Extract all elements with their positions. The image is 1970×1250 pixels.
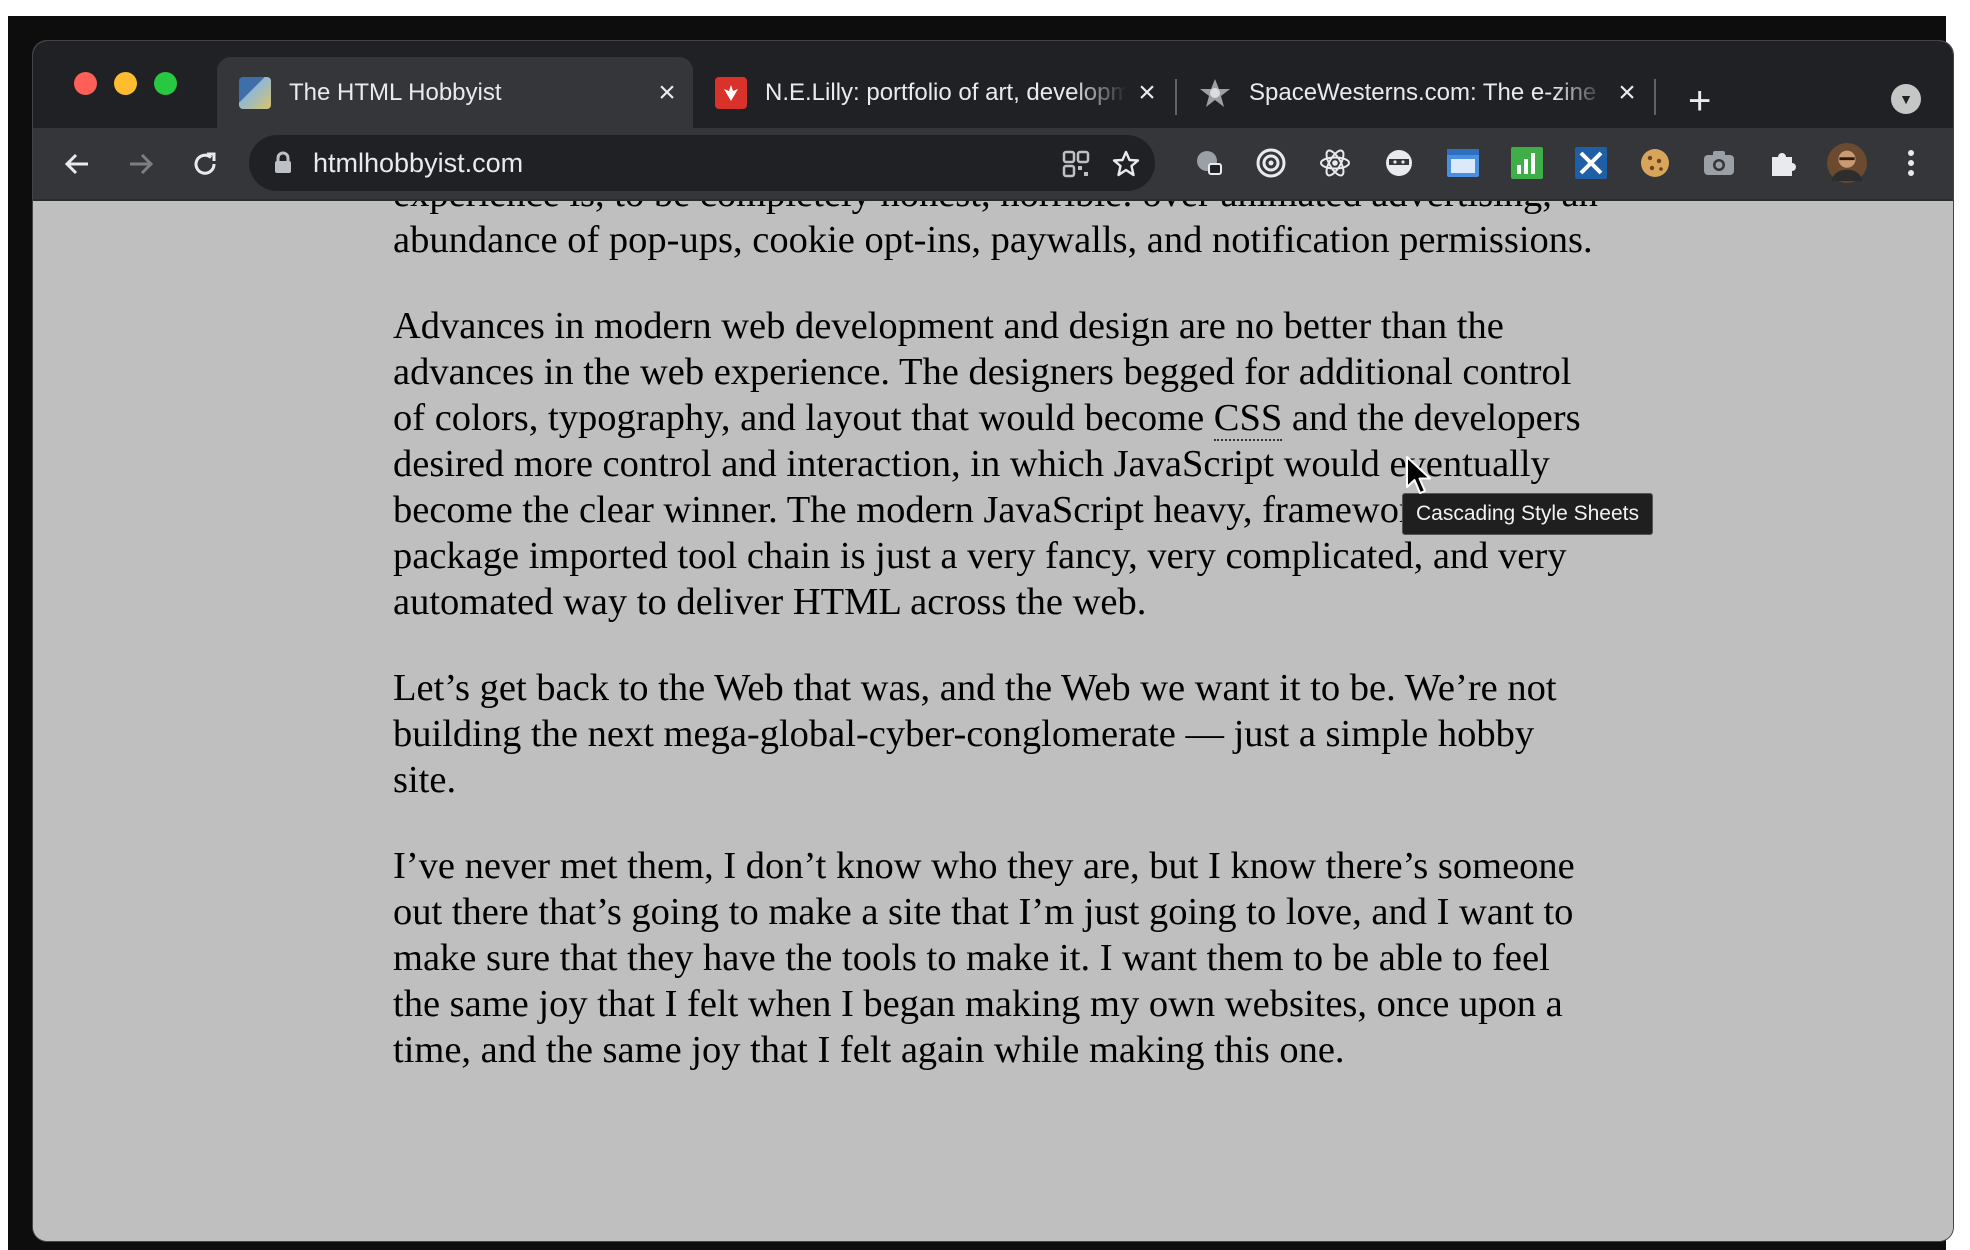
abbreviation-tooltip: Cascading Style Sheets [1402, 493, 1653, 535]
article-body: experience is, to be completely honest, … [393, 201, 1603, 1113]
new-tab-button[interactable]: + [1688, 81, 1711, 121]
arrow-left-icon [64, 153, 88, 174]
camera-icon[interactable] [1699, 143, 1739, 183]
arrow-right-icon [130, 153, 154, 174]
profile-avatar[interactable] [1827, 143, 1867, 183]
close-window-button[interactable] [74, 72, 97, 95]
bookmark-star-icon[interactable] [1111, 149, 1141, 179]
paragraph: I’ve never met them, I don’t know who th… [393, 845, 1575, 1071]
close-tab-icon[interactable]: × [647, 76, 687, 110]
browser-window: The HTML Hobbyist × N.E.Lilly: portfolio… [33, 41, 1953, 1241]
tab-separator [1654, 79, 1656, 115]
close-tab-icon[interactable]: × [1607, 76, 1647, 110]
tab-strip: The HTML Hobbyist × N.E.Lilly: portfolio… [33, 41, 1953, 128]
url-text[interactable]: htmlhobbyist.com [313, 135, 523, 191]
more-options-icon[interactable] [1891, 143, 1931, 183]
cookie-icon[interactable] [1635, 143, 1675, 183]
tab-nelilly[interactable]: N.E.Lilly: portfolio of art, development… [693, 57, 1173, 128]
paragraph: Let’s get back to the Web that was, and … [393, 667, 1557, 801]
forward-button[interactable] [119, 128, 163, 199]
tab-html-hobbyist[interactable]: The HTML Hobbyist × [217, 57, 693, 128]
tab-title: The HTML Hobbyist [289, 78, 502, 106]
paragraph: experience is, to be completely honest, … [393, 201, 1598, 261]
nelilly-favicon [715, 76, 747, 109]
mouse-pointer-icon [1406, 456, 1431, 494]
bookmark-manager-icon[interactable] [1189, 143, 1229, 183]
screenshot-frame: The HTML Hobbyist × N.E.Lilly: portfolio… [8, 16, 1953, 1250]
tab-spacewesterns[interactable]: SpaceWesterns.com: The e-zine × [1177, 57, 1653, 128]
toolbar: htmlhobbyist.com [33, 128, 1953, 201]
tab-title: N.E.Lilly: portfolio of art, development [765, 78, 1127, 106]
zoom-window-button[interactable] [154, 72, 177, 95]
qr-code-icon[interactable] [1061, 149, 1091, 179]
minimize-window-button[interactable] [114, 72, 137, 95]
tab-search-icon[interactable]: ▼ [1891, 84, 1921, 114]
html-hobbyist-favicon [239, 76, 271, 109]
reload-icon [194, 152, 216, 175]
css-abbreviation[interactable]: CSS [1213, 397, 1283, 441]
close-tab-icon[interactable]: × [1127, 76, 1167, 110]
react-icon[interactable] [1315, 143, 1355, 183]
back-button[interactable] [55, 128, 99, 199]
star-badge-favicon [1199, 77, 1231, 109]
tab-title: SpaceWesterns.com: The e-zine [1249, 78, 1597, 106]
reload-button[interactable] [183, 128, 227, 199]
x-icon[interactable] [1571, 143, 1611, 183]
analytics-icon[interactable] [1507, 143, 1547, 183]
address-bar[interactable]: htmlhobbyist.com [249, 135, 1155, 191]
puzzle-piece-icon[interactable] [1763, 143, 1803, 183]
ninja-icon[interactable] [1379, 143, 1419, 183]
window-icon[interactable] [1443, 143, 1483, 183]
lock-icon[interactable] [273, 151, 293, 175]
page-viewport: experience is, to be completely honest, … [33, 201, 1953, 1241]
target-icon[interactable] [1251, 143, 1291, 183]
